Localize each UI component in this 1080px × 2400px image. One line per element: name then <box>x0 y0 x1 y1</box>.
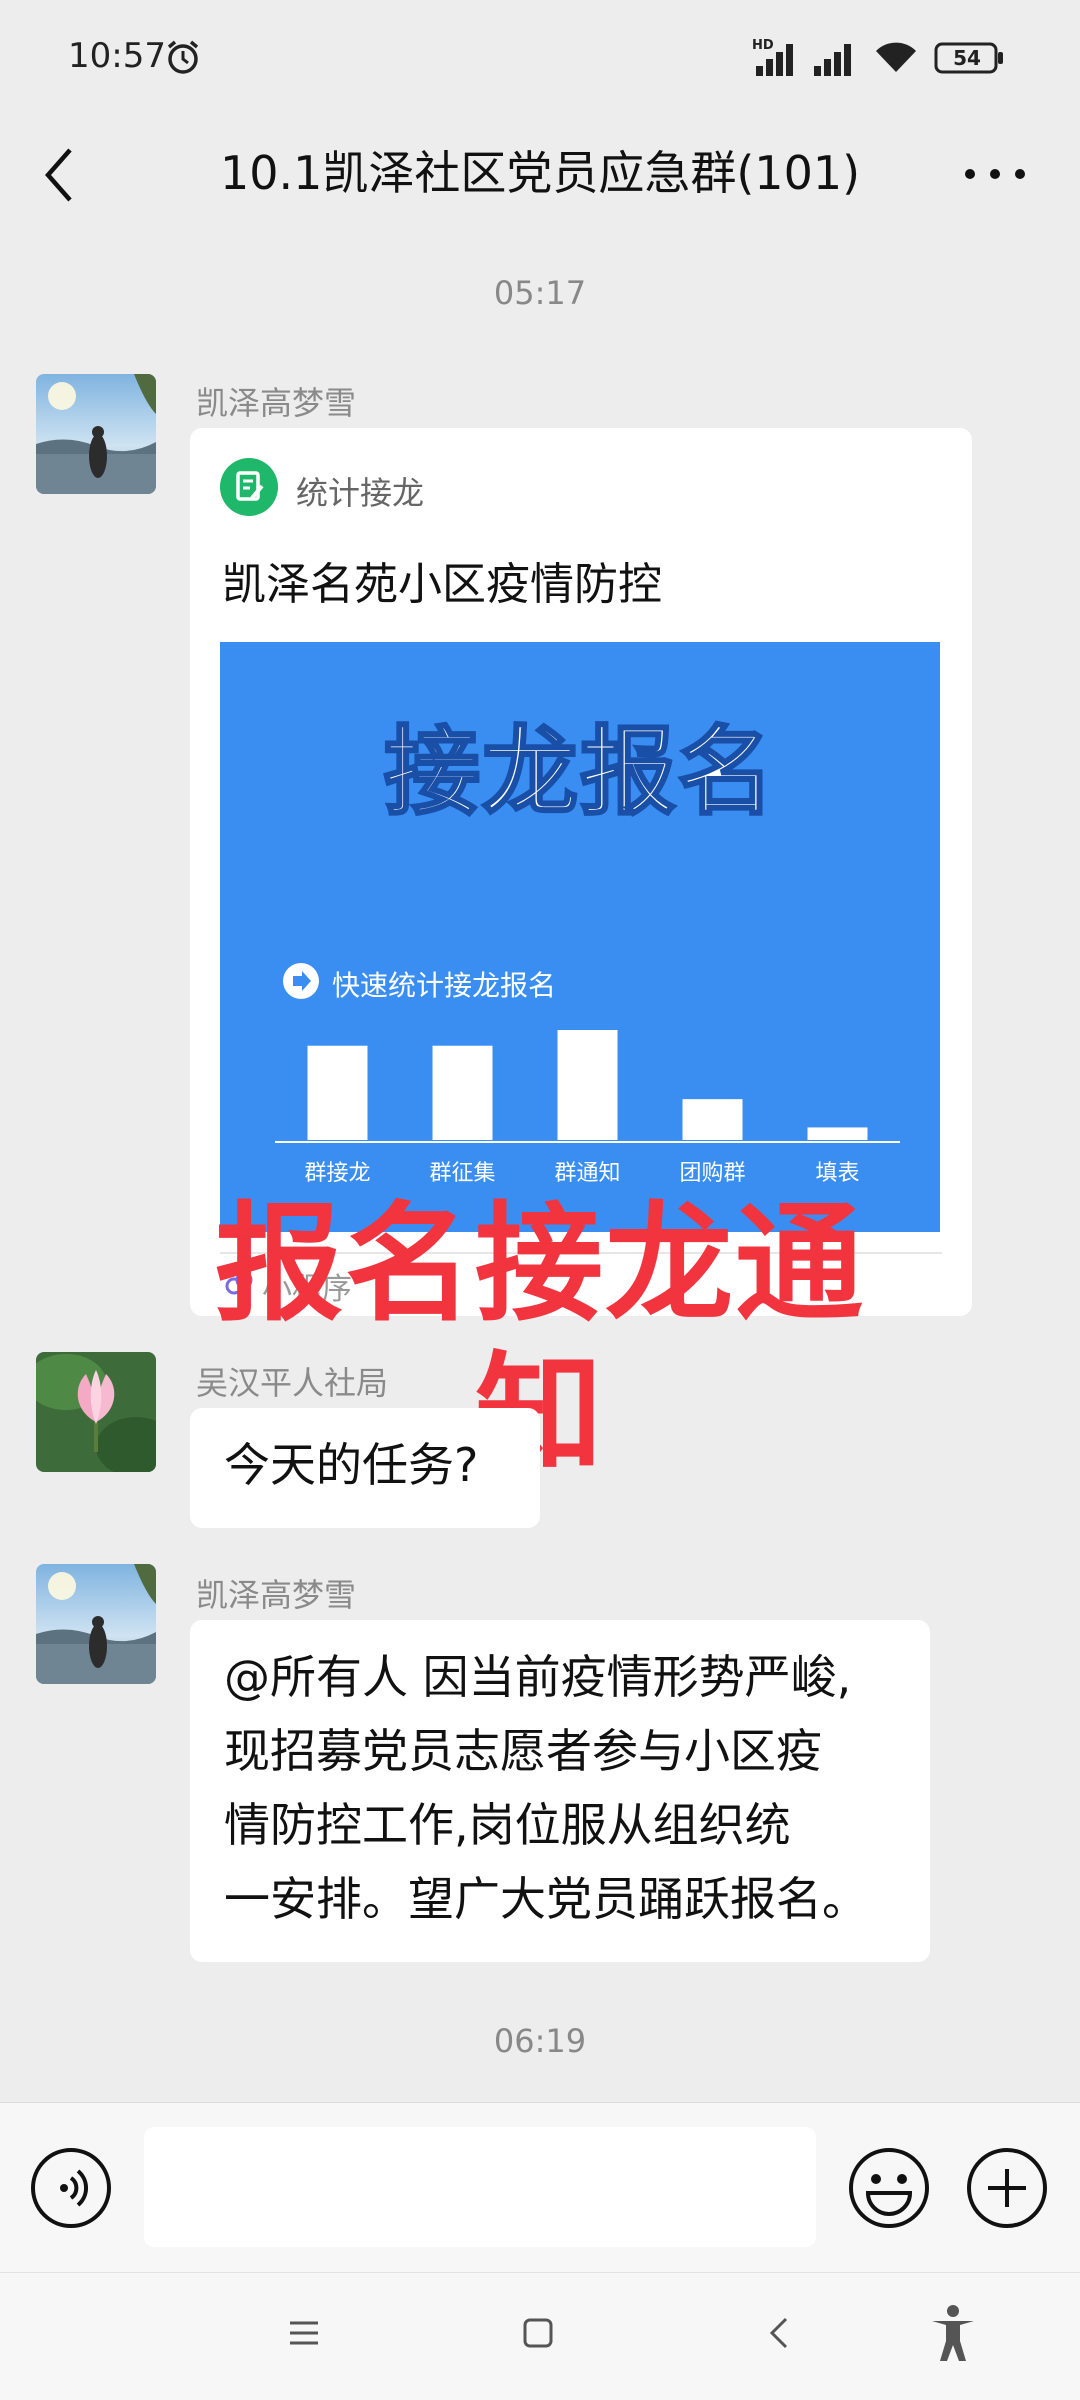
back-arrow-icon[interactable] <box>38 140 82 210</box>
emoji-icon[interactable] <box>846 2145 932 2231</box>
wifi-icon <box>876 42 916 72</box>
chart-bar <box>432 1045 493 1140</box>
message-line: 现招募党员志愿者参与小区疫 <box>224 1724 822 1778</box>
home-icon[interactable] <box>518 2313 558 2353</box>
chat-header: 10.1凯泽社区党员应急群(101) <box>0 118 1080 236</box>
message-line: 情防控工作,岗位服从组织统 <box>224 1798 791 1852</box>
avatar[interactable] <box>36 1352 156 1472</box>
accessibility-icon[interactable] <box>928 2303 978 2365</box>
message-timestamp: 06:19 <box>493 2022 587 2060</box>
message-line: 一安排。望广大党员踊跃报名。 <box>224 1872 868 1926</box>
message-timestamp: 05:17 <box>493 274 587 312</box>
menu-icon[interactable] <box>284 2313 324 2353</box>
signal-icon-2 <box>814 44 851 76</box>
signal-icon <box>756 44 793 76</box>
chart-category-label: 群接龙 <box>304 1161 370 1186</box>
avatar[interactable] <box>36 374 156 494</box>
chart-bar <box>307 1045 368 1140</box>
chart-bar <box>557 1030 618 1140</box>
sender-name: 吴汉平人社局 <box>196 1364 389 1402</box>
plus-icon[interactable] <box>964 2145 1050 2231</box>
status-time: 10:57 <box>68 36 166 76</box>
sender-name: 凯泽高梦雪 <box>196 1576 357 1614</box>
status-bar: 10:57 HD 54 <box>0 0 1080 118</box>
chart-category-label: 团购群 <box>679 1161 745 1186</box>
app-name: 统计接龙 <box>296 474 425 512</box>
message-bubble[interactable]: 今天的任务? <box>190 1408 540 1528</box>
nav-back-icon[interactable] <box>760 2311 800 2355</box>
card-preview-image: 接龙报名 快速统计接龙报名 群接龙 群征集 群通知 团购群 填表 <box>220 642 940 1232</box>
sender-name: 凯泽高梦雪 <box>196 384 357 422</box>
card-title: 凯泽名苑小区疫情防控 <box>222 559 662 610</box>
miniprogram-card[interactable]: 统计接龙 凯泽名苑小区疫情防控 接龙报名 快速统计接龙报名 群接龙 群征集 群通知团… <box>190 428 972 1316</box>
message-bubble[interactable]: @所有人 因当前疫情形势严峻, 现招募党员志愿者参与小区疫 情防控工作,岗位服从… <box>190 1620 930 1962</box>
message-line: @所有人 因当前疫情形势严峻, <box>224 1650 852 1704</box>
message-input[interactable] <box>144 2127 816 2247</box>
chart-bar <box>682 1099 743 1140</box>
more-icon[interactable] <box>960 154 1030 194</box>
stats-app-icon <box>220 458 278 516</box>
preview-bar-chart: 群接龙 群征集 群通知 团购群 填表 <box>275 1030 900 1186</box>
input-bar <box>0 2102 1080 2272</box>
chart-bar <box>807 1127 868 1140</box>
message-text: 今天的任务? <box>224 1438 479 1492</box>
avatar[interactable] <box>36 1564 156 1684</box>
voice-icon[interactable] <box>28 2145 114 2231</box>
alarm-icon <box>167 40 199 74</box>
chat-title: 10.1凯泽社区党员应急群(101) <box>219 146 861 200</box>
battery-level: 54 <box>953 46 981 70</box>
system-nav-bar <box>0 2272 1080 2400</box>
chart-category-label: 填表 <box>815 1161 859 1186</box>
chart-category-label: 群通知 <box>554 1161 620 1186</box>
chart-category-label: 群征集 <box>429 1161 495 1186</box>
